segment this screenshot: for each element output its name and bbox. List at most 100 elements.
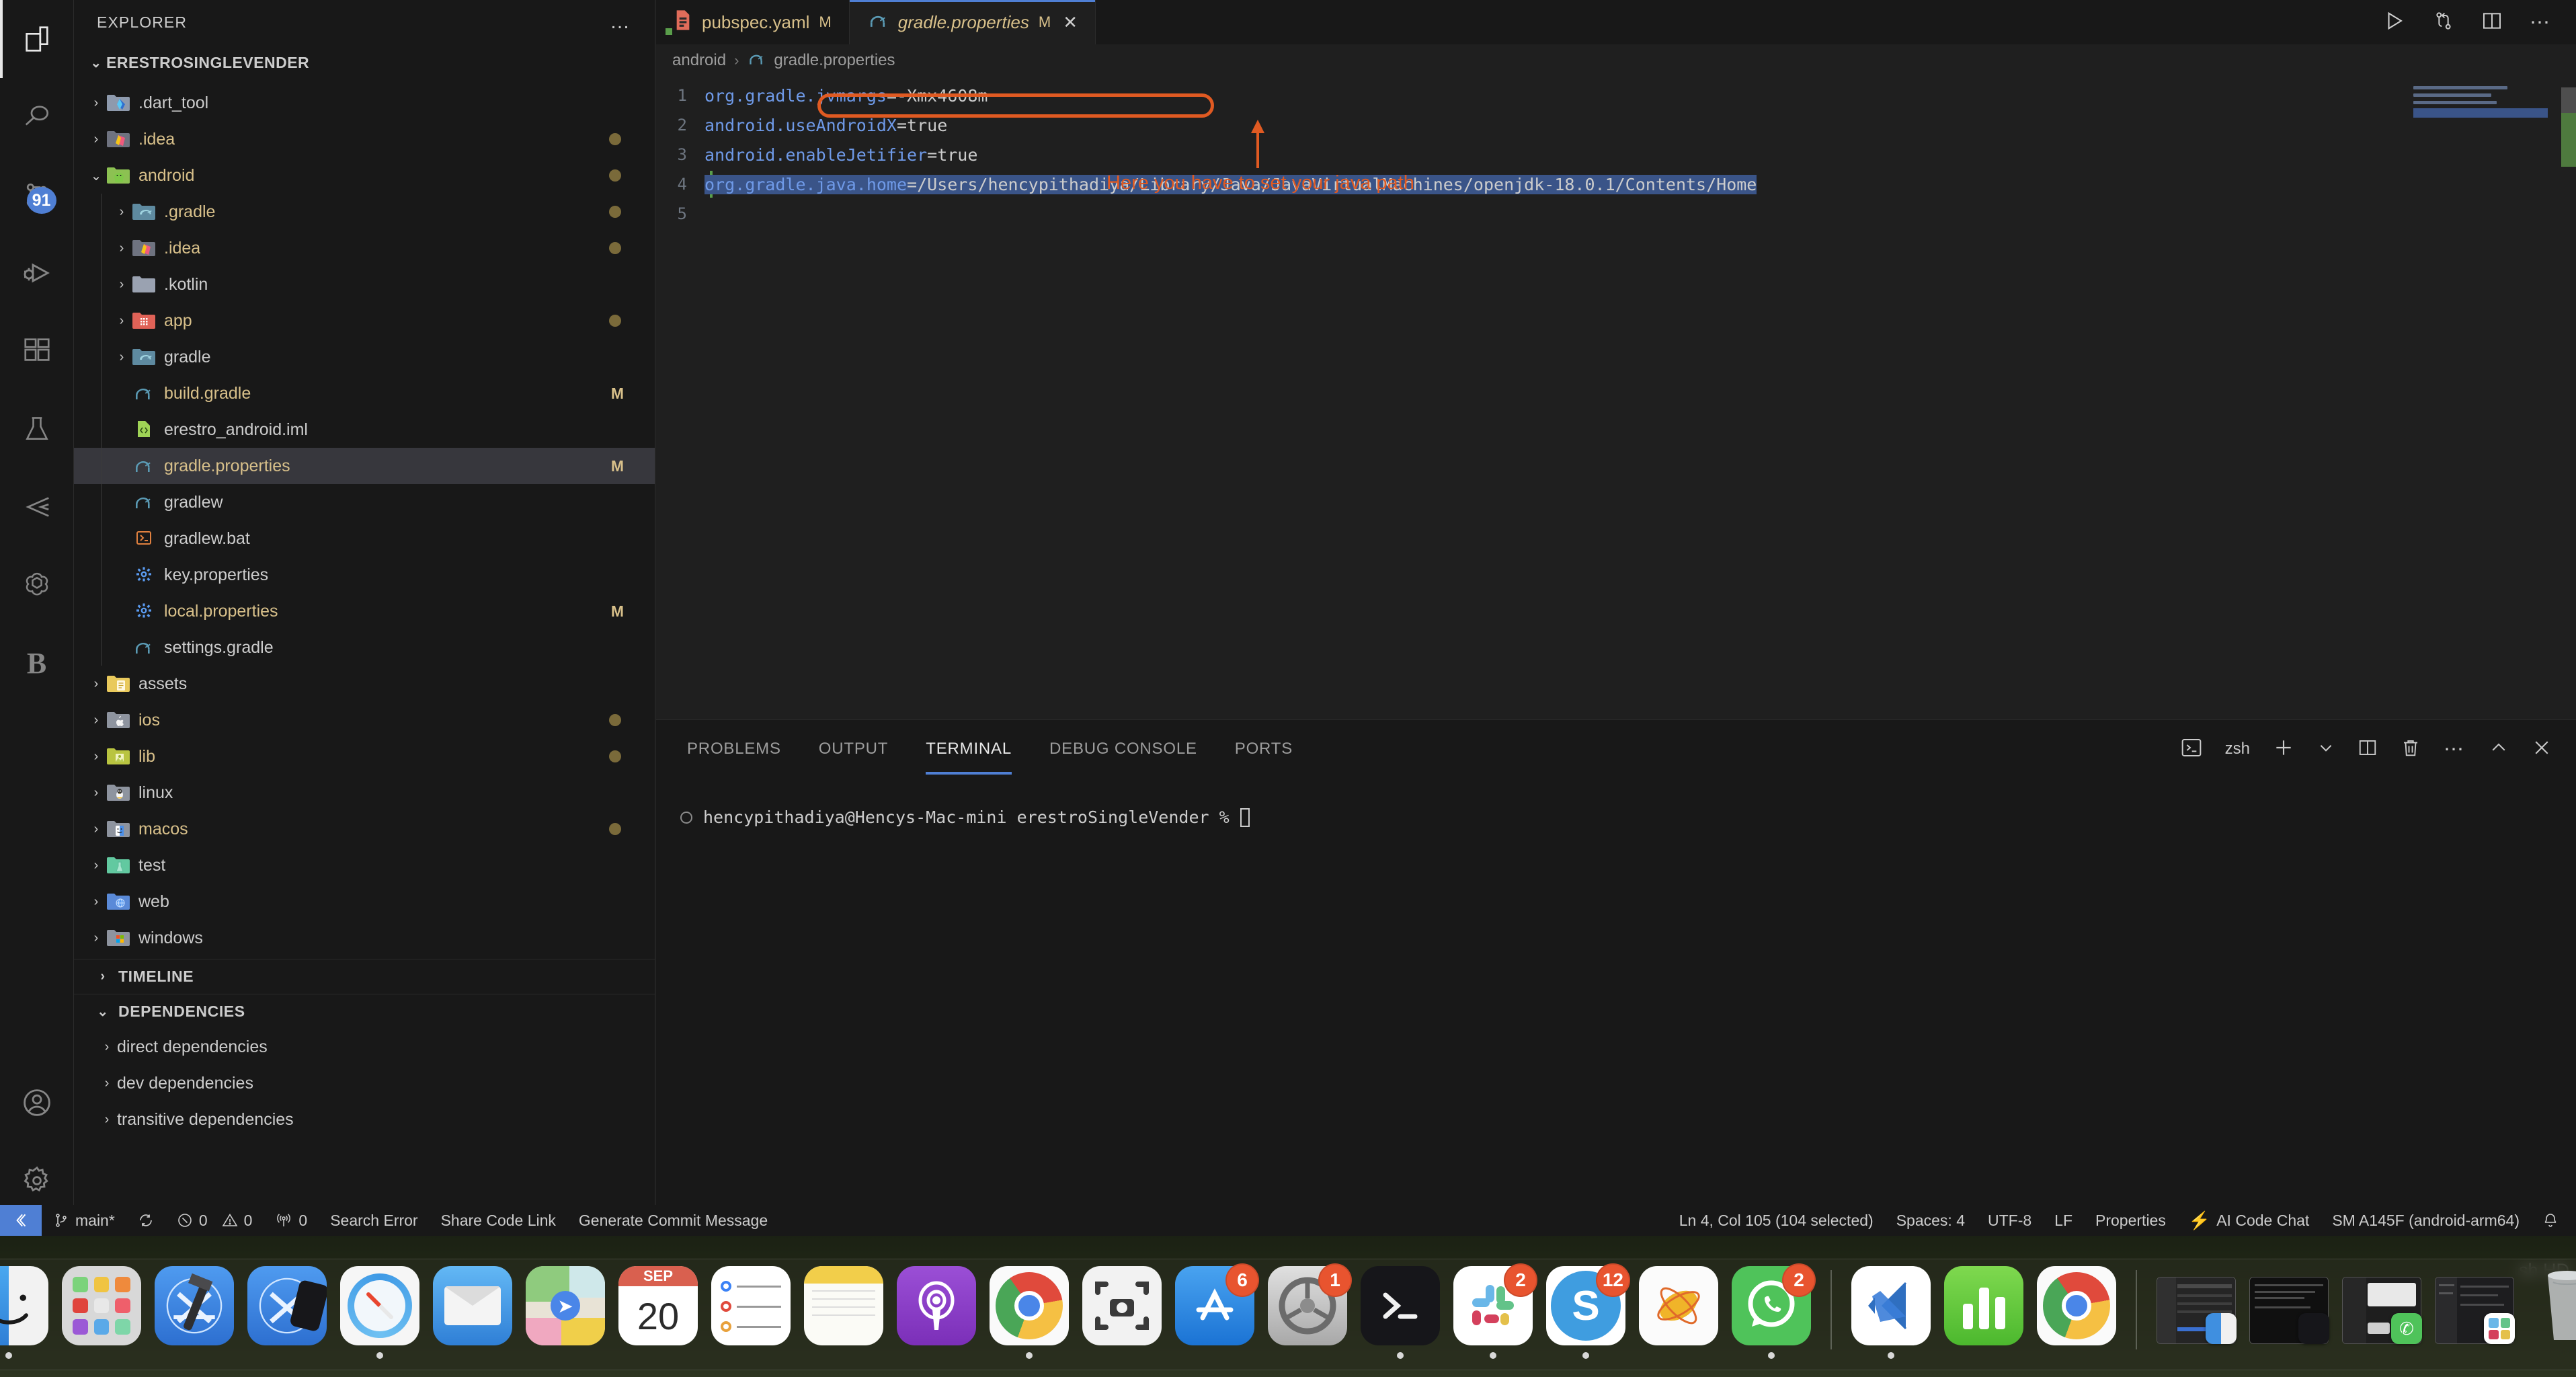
status-remote-indicator[interactable]: [0, 1205, 42, 1236]
dock-item-podcasts[interactable]: [893, 1266, 979, 1367]
dock-item-xcode-simulator[interactable]: [244, 1266, 330, 1367]
reminders-icon[interactable]: [711, 1266, 791, 1345]
status-indentation[interactable]: Spaces: 4: [1885, 1205, 1976, 1236]
dock-item-screenshot[interactable]: [1079, 1266, 1165, 1367]
xcode-icon[interactable]: [155, 1266, 234, 1345]
status-search-error[interactable]: Search Error: [319, 1205, 429, 1236]
dock-item-chrome[interactable]: [986, 1266, 1072, 1367]
activity-item-search[interactable]: [0, 78, 74, 156]
chevron-right-icon[interactable]: ›: [112, 241, 132, 256]
dock-minimized-whatsapp-window[interactable]: ✆: [2339, 1266, 2425, 1367]
tree-item-gradle-properties[interactable]: gradle.properties M: [74, 448, 655, 484]
code-line-5[interactable]: 5: [656, 199, 2576, 229]
tree-item-lib[interactable]: › lib: [74, 738, 655, 775]
status-language-mode[interactable]: Properties: [2084, 1205, 2177, 1236]
tree-item-dart-tool[interactable]: › .dart_tool: [74, 85, 655, 121]
tree-item-gradle[interactable]: › .gradle: [74, 194, 655, 230]
dock-item-maps[interactable]: ➤: [522, 1266, 608, 1367]
numbers-icon[interactable]: [1944, 1266, 2023, 1345]
dock-item-xcode[interactable]: [151, 1266, 237, 1367]
tree-item-idea[interactable]: › .idea: [74, 121, 655, 157]
chevron-right-icon[interactable]: ›: [86, 858, 106, 873]
panel-tab-ports[interactable]: PORTS: [1235, 733, 1293, 765]
status-eol[interactable]: LF: [2043, 1205, 2084, 1236]
close-icon[interactable]: ✕: [1063, 12, 1078, 33]
notes-icon[interactable]: [804, 1266, 883, 1345]
activity-item-source-control[interactable]: 91: [0, 156, 74, 234]
dock-minimized-terminal-window[interactable]: [2246, 1266, 2332, 1367]
terminal-icon[interactable]: [1361, 1266, 1440, 1345]
editor-tab-pubspec-yaml[interactable]: pubspec.yaml M: [656, 0, 850, 44]
dock-item-reminders[interactable]: [708, 1266, 794, 1367]
activity-item-flutter[interactable]: [0, 468, 74, 546]
chevron-right-icon[interactable]: ›: [86, 822, 106, 837]
dock-item-notes[interactable]: [801, 1266, 887, 1367]
explorer-more-actions-button[interactable]: …: [610, 12, 632, 32]
tree-item-settings-gradle[interactable]: settings.gradle: [74, 629, 655, 666]
editor-minimap[interactable]: [2413, 86, 2548, 140]
section-dependencies[interactable]: ⌄ DEPENDENCIES: [74, 994, 655, 1029]
status-errors[interactable]: 0: [165, 1205, 219, 1236]
status-notifications[interactable]: [2531, 1205, 2576, 1236]
dock-item-skype[interactable]: S 12: [1543, 1263, 1630, 1367]
status-share-code-link[interactable]: Share Code Link: [430, 1205, 567, 1236]
trash-icon[interactable]: [2528, 1266, 2576, 1345]
code-editor[interactable]: 1 org.gradle.jvmargs=-Xmx4608m 2 android.us…: [656, 77, 2576, 229]
editor-tab-gradle-properties[interactable]: gradle.properties M ✕: [849, 0, 1096, 44]
close-icon[interactable]: [2532, 738, 2552, 761]
tree-item-linux[interactable]: › linux: [74, 775, 655, 811]
chevron-right-icon[interactable]: ›: [86, 713, 106, 728]
chevron-right-icon[interactable]: ›: [86, 894, 106, 910]
terminal-shell-label[interactable]: zsh: [2225, 740, 2250, 758]
chevron-down-icon[interactable]: ⌄: [86, 167, 106, 184]
tree-item-erestro-android-iml[interactable]: erestro_android.iml: [74, 411, 655, 448]
tree-item-gradlew[interactable]: gradlew: [74, 484, 655, 520]
tree-item-local-properties[interactable]: local.properties M: [74, 593, 655, 629]
podcasts-icon[interactable]: [897, 1266, 976, 1345]
breadcrumb-file[interactable]: gradle.properties: [774, 51, 895, 70]
dock-item-calendar[interactable]: SEP 20: [615, 1266, 701, 1367]
chevron-right-icon[interactable]: ›: [86, 785, 106, 801]
status-device-selector[interactable]: SM A145F (android-arm64): [2321, 1205, 2531, 1236]
terminal-output[interactable]: hencypithadiya@Hencys-Mac-mini erestroSi…: [656, 778, 2576, 827]
chevron-right-icon[interactable]: ›: [112, 313, 132, 329]
activity-item-run-and-debug[interactable]: [0, 234, 74, 312]
dock-item-safari[interactable]: [337, 1266, 423, 1367]
chevron-up-icon[interactable]: [2489, 738, 2509, 761]
screenshot-icon[interactable]: [1082, 1266, 1162, 1345]
status-cursor-position[interactable]: Ln 4, Col 105 (104 selected): [1668, 1205, 1885, 1236]
breadcrumb-folder[interactable]: android: [672, 51, 726, 70]
tree-item-windows[interactable]: › windows: [74, 920, 655, 956]
source-control-icon[interactable]: [2433, 9, 2454, 36]
dock-item-numbers[interactable]: [1941, 1266, 2027, 1367]
dock-item-slack[interactable]: 2: [1450, 1263, 1537, 1367]
code-line-1[interactable]: 1 org.gradle.jvmargs=-Xmx4608m: [656, 81, 2576, 110]
tree-item-android[interactable]: ⌄ android: [74, 157, 655, 194]
dock-item-mail[interactable]: [430, 1266, 516, 1367]
dock-item-postman[interactable]: [1636, 1266, 1722, 1367]
split-editor-icon[interactable]: [2481, 10, 2503, 35]
status-warnings[interactable]: 0: [219, 1205, 264, 1236]
tree-item-idea[interactable]: › .idea: [74, 230, 655, 266]
dock-minimized-finder-window[interactable]: [2153, 1266, 2239, 1367]
status-generate-commit-message[interactable]: Generate Commit Message: [567, 1205, 779, 1236]
status-encoding[interactable]: UTF-8: [1976, 1205, 2043, 1236]
panel-tab-debug-console[interactable]: DEBUG CONSOLE: [1049, 733, 1197, 765]
tree-item-web[interactable]: › web: [74, 883, 655, 920]
tree-item-macos[interactable]: › macos: [74, 811, 655, 847]
postman-icon[interactable]: [1639, 1266, 1718, 1345]
chevron-right-icon[interactable]: ›: [86, 931, 106, 946]
dependency-item-dev[interactable]: › dev dependencies: [74, 1065, 655, 1101]
activity-item-accounts[interactable]: [0, 1064, 74, 1142]
section-timeline[interactable]: › TIMELINE: [74, 959, 655, 994]
chevron-right-icon[interactable]: ›: [86, 132, 106, 147]
chevron-right-icon[interactable]: ›: [86, 95, 106, 111]
finder-icon[interactable]: [0, 1266, 48, 1345]
tree-item-test[interactable]: › test: [74, 847, 655, 883]
editor-scrollbar[interactable]: [2561, 87, 2576, 113]
explorer-root-folder[interactable]: ⌄ ERESTROSINGLEVENDER: [74, 44, 655, 81]
safari-icon[interactable]: [340, 1266, 419, 1345]
trash-icon[interactable]: [2401, 738, 2421, 761]
chevron-down-icon[interactable]: [2317, 739, 2335, 760]
ellipsis-icon[interactable]: ⋯: [2444, 738, 2466, 761]
